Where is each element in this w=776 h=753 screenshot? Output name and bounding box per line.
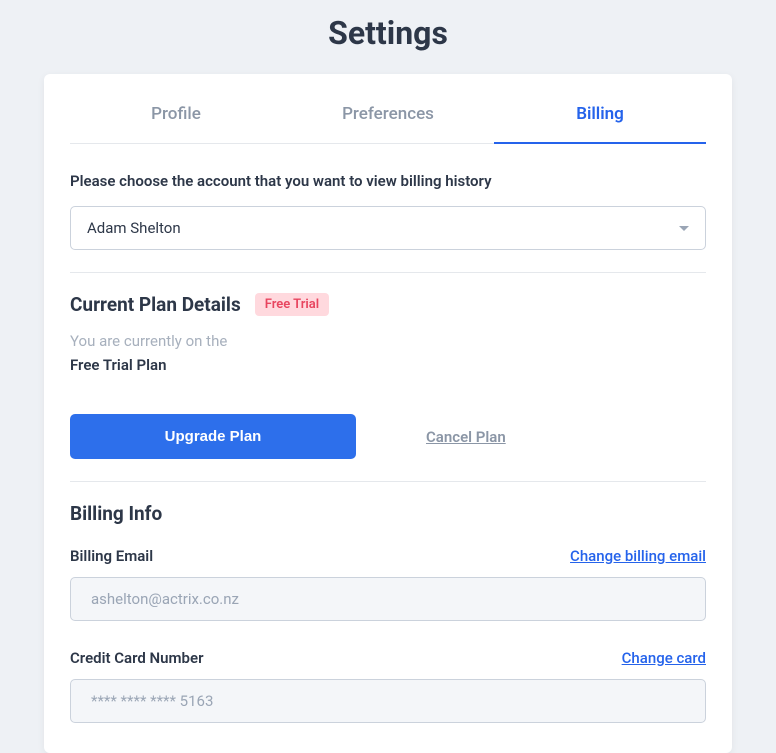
plan-desc-name: Free Trial Plan (70, 356, 706, 374)
cancel-plan-link[interactable]: Cancel Plan (426, 428, 506, 446)
billing-info-heading: Billing Info (70, 502, 706, 525)
change-card-link[interactable]: Change card (622, 649, 706, 667)
page-title: Settings (0, 0, 776, 74)
tab-profile[interactable]: Profile (70, 82, 282, 144)
billing-email-field: ashelton@actrix.co.nz (70, 577, 706, 621)
plan-heading: Current Plan Details (70, 293, 241, 316)
tab-billing[interactable]: Billing (494, 82, 706, 144)
tab-preferences[interactable]: Preferences (282, 82, 494, 144)
change-billing-email-link[interactable]: Change billing email (570, 547, 706, 565)
plan-badge: Free Trial (255, 293, 329, 316)
divider (70, 272, 706, 273)
account-select-value: Adam Shelton (87, 219, 181, 237)
billing-info-section: Billing Info Billing Email Change billin… (44, 502, 732, 723)
plan-section: Current Plan Details Free Trial You are … (44, 293, 732, 459)
divider (70, 481, 706, 482)
tabs-container: Profile Preferences Billing (70, 74, 706, 144)
upgrade-plan-button[interactable]: Upgrade Plan (70, 414, 356, 459)
account-select-instruction: Please choose the account that you want … (70, 172, 706, 190)
credit-card-field: **** **** **** 5163 (70, 679, 706, 723)
settings-card: Profile Preferences Billing Please choos… (44, 74, 732, 753)
billing-email-label: Billing Email (70, 547, 153, 565)
chevron-down-icon (679, 226, 689, 231)
plan-desc-intro: You are currently on the (70, 332, 706, 350)
account-select-section: Please choose the account that you want … (44, 172, 732, 250)
credit-card-label: Credit Card Number (70, 649, 203, 667)
account-select[interactable]: Adam Shelton (70, 206, 706, 250)
